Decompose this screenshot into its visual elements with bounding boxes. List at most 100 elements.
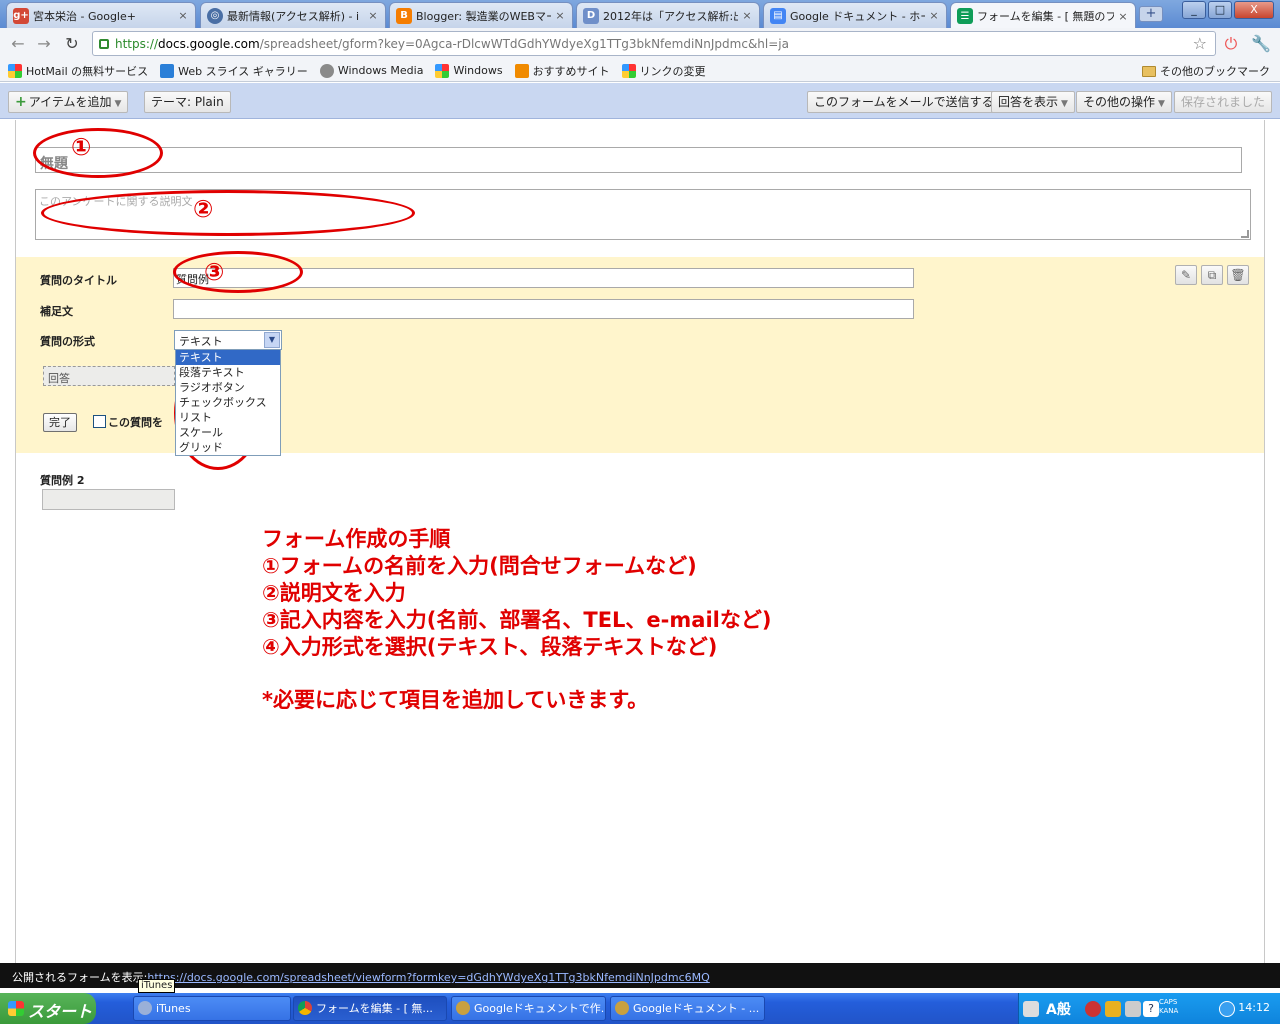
view-responses-button[interactable]: 回答を表示 ▼	[991, 91, 1075, 113]
clock: 14:12	[1238, 1001, 1270, 1014]
tab-2012-access[interactable]: D 2012年は「アクセス解析:出前 ×	[576, 2, 760, 28]
option-scale[interactable]: スケール	[176, 425, 280, 440]
itunes-icon	[138, 1001, 152, 1015]
option-text[interactable]: テキスト	[176, 350, 280, 365]
chrome-icon	[298, 1001, 312, 1015]
task-label: フォームを編集 - [ 無...	[316, 1002, 433, 1015]
tab-label: Google ドキュメント - ホーム	[790, 9, 925, 23]
back-button[interactable]: ←	[6, 32, 30, 56]
ime-pad-icon[interactable]	[1105, 1001, 1121, 1017]
close-window-button[interactable]: X	[1234, 1, 1274, 19]
bookmark-web-slice[interactable]: Web スライス ギャラリー	[160, 63, 308, 79]
taskbar-item-ie-1[interactable]: Googleドキュメントで作...	[451, 996, 606, 1021]
instruction-step-4: ④入力形式を選択(テキスト、段落テキストなど)	[262, 635, 718, 659]
close-icon[interactable]: ×	[554, 9, 566, 22]
done-button[interactable]: 完了	[43, 413, 77, 432]
question-type-select[interactable]: テキスト ▼	[174, 330, 282, 350]
system-tray: A般 ? CAPS KANA 14:12	[1018, 993, 1280, 1024]
chevron-down-icon: ▼	[114, 99, 122, 109]
instructions-block: フォーム作成の手順 ①フォームの名前を入力(問合せフォームなど) ②説明文を入力…	[262, 526, 771, 714]
published-form-link[interactable]: https://docs.google.com/spreadsheet/view…	[147, 971, 709, 984]
caps-kana-indicator: CAPS KANA	[1159, 998, 1178, 1016]
option-list[interactable]: リスト	[176, 410, 280, 425]
more-actions-label: その他の操作	[1083, 95, 1156, 109]
tab-label: フォームを編集 - [ 無題のフォ	[977, 10, 1114, 23]
bookmark-label: リンクの変更	[639, 64, 706, 78]
bookmark-suggested[interactable]: おすすめサイト	[514, 63, 610, 79]
wrench-icon[interactable]: 🔧	[1250, 33, 1272, 55]
close-icon[interactable]: ×	[367, 9, 379, 22]
tab-google-plus[interactable]: g+ 宮本栄治 - Google+ ×	[6, 2, 196, 28]
email-form-button[interactable]: このフォームをメールで送信する	[807, 91, 1001, 113]
tab-edit-form[interactable]: ☰ フォームを編集 - [ 無題のフォ ×	[950, 2, 1136, 29]
taskbar-item-itunes[interactable]: iTunes	[133, 996, 291, 1021]
windows-flag-icon	[8, 1001, 24, 1016]
close-icon[interactable]: ×	[1117, 10, 1129, 23]
kana-label: KANA	[1159, 1007, 1179, 1015]
maximize-button[interactable]: □	[1208, 1, 1232, 19]
forward-button[interactable]: →	[32, 32, 56, 56]
taskbar-item-ie-2[interactable]: Googleドキュメント - ...	[610, 996, 765, 1021]
resize-handle-icon[interactable]	[1241, 230, 1249, 238]
ie-icon	[615, 1001, 629, 1015]
windows-taskbar: スタート iTunes フォームを編集 - [ 無... Googleドキュメン…	[0, 993, 1280, 1024]
window-controls: _ □ X	[1182, 1, 1274, 19]
option-grid[interactable]: グリッド	[176, 440, 280, 455]
tools-icon[interactable]	[1125, 1001, 1141, 1017]
start-label: スタート	[28, 1002, 93, 1021]
chevron-down-icon: ▼	[1061, 99, 1068, 109]
windows-flag-icon	[621, 63, 636, 78]
tooltip: iTunes	[138, 979, 176, 993]
address-bar[interactable]: https://docs.google.com/spreadsheet/gfor…	[92, 31, 1216, 56]
option-radio[interactable]: ラジオボタン	[176, 380, 280, 395]
required-checkbox[interactable]	[93, 415, 106, 428]
chevron-left-icon[interactable]	[1219, 1001, 1235, 1017]
option-checkbox[interactable]: チェックボックス	[176, 395, 280, 410]
ie-icon	[456, 1001, 470, 1015]
bookmark-windows[interactable]: Windows	[435, 63, 503, 78]
bookmark-label: Web スライス ギャラリー	[178, 64, 308, 78]
theme-button[interactable]: テーマ: Plain	[144, 91, 231, 113]
close-icon[interactable]: ×	[741, 9, 753, 22]
close-icon[interactable]: ×	[177, 9, 189, 22]
option-paragraph-text[interactable]: 段落テキスト	[176, 365, 280, 380]
bookmark-hotmail[interactable]: HotMail の無料サービス	[8, 63, 148, 79]
tab-google-docs-home[interactable]: ▤ Google ドキュメント - ホーム ×	[763, 2, 947, 28]
duplicate-icon[interactable]: ⧉	[1201, 265, 1223, 285]
globe-icon: ◎	[207, 7, 223, 24]
more-actions-button[interactable]: その他の操作 ▼	[1076, 91, 1172, 113]
reload-button[interactable]: ↻	[60, 32, 84, 56]
close-icon[interactable]: ×	[928, 9, 940, 22]
bookmark-change-links[interactable]: リンクの変更	[621, 63, 706, 79]
pencil-icon[interactable]: ✎	[1175, 265, 1197, 285]
bookmark-label: Windows	[453, 64, 503, 77]
add-item-button[interactable]: + アイテムを追加 ▼	[8, 91, 129, 113]
tab-access-analysis[interactable]: ◎ 最新情報(アクセス解析) - i ×	[200, 2, 386, 28]
help-text-input[interactable]	[173, 299, 914, 319]
status-bar: 公開されるフォームを表示:https://docs.google.com/spr…	[0, 963, 1280, 988]
bookmark-star-icon[interactable]: ☆	[1193, 34, 1207, 53]
instruction-step-2: ②説明文を入力	[262, 581, 406, 605]
start-button[interactable]: スタート	[0, 993, 96, 1024]
trash-icon[interactable]: 🗑	[1227, 265, 1249, 285]
taskbar-item-chrome[interactable]: フォームを編集 - [ 無...	[293, 996, 447, 1021]
form-editor-toolbar: + アイテムを追加 ▼ テーマ: Plain このフォームをメールで送信する 回答を…	[0, 83, 1280, 119]
bookmark-windows-media[interactable]: Windows Media	[319, 63, 423, 78]
task-label: Googleドキュメントで作...	[474, 1002, 606, 1015]
keyboard-icon[interactable]	[1023, 1001, 1039, 1017]
status-prefix: 公開されるフォームを表示:	[12, 971, 148, 984]
security-icon[interactable]	[1085, 1001, 1101, 1017]
annotation-ellipse-2	[41, 190, 415, 236]
other-bookmarks[interactable]: その他のブックマーク	[1142, 63, 1270, 79]
power-icon[interactable]: ⏻	[1220, 33, 1242, 55]
tab-blogger[interactable]: B Blogger: 製造業のWEBマーケ ×	[389, 2, 573, 28]
task-label: iTunes	[156, 1002, 191, 1015]
ime-indicator[interactable]: A般	[1046, 999, 1071, 1019]
document-icon: D	[583, 7, 599, 24]
new-tab-button[interactable]: +	[1139, 6, 1163, 22]
help-icon[interactable]: ?	[1143, 1001, 1159, 1017]
windows-media-icon	[319, 63, 334, 78]
question-type-label: 質問の形式	[40, 335, 95, 348]
minimize-button[interactable]: _	[1182, 1, 1206, 19]
form-title-input[interactable]: 無題	[35, 147, 1242, 173]
